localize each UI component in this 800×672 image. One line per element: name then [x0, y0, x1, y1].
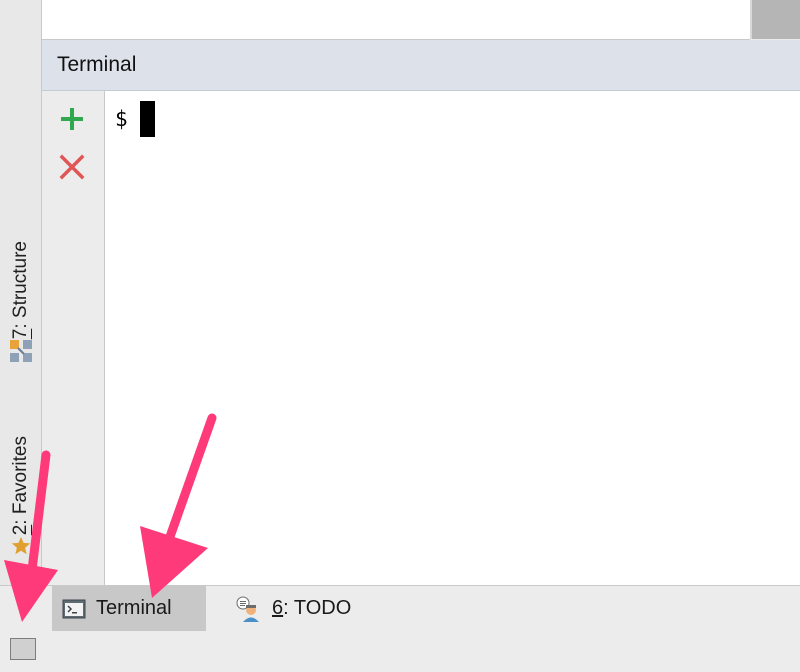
- tab-favorites[interactable]: 2: Favorites: [0, 402, 41, 562]
- todo-icon: [234, 596, 262, 622]
- tab-todo-label: 6: TODO: [272, 597, 352, 619]
- tab-structure[interactable]: 7: Structure: [0, 208, 41, 368]
- close-session-button[interactable]: [57, 154, 87, 184]
- tool-windows-toggle-button[interactable]: [10, 638, 36, 660]
- terminal-console[interactable]: $: [105, 91, 800, 585]
- status-bar: [0, 631, 800, 672]
- tab-todo[interactable]: 6: TODO: [224, 586, 374, 631]
- text-cursor: [139, 101, 155, 137]
- structure-icon: [9, 339, 33, 368]
- prompt-line: $: [115, 101, 155, 137]
- tab-favorites-label: 2: Favorites: [9, 435, 31, 535]
- tab-terminal-label: Terminal: [96, 597, 172, 619]
- tab-structure-label: 7: Structure: [9, 240, 31, 339]
- star-icon: [10, 535, 32, 562]
- terminal-icon: [62, 599, 86, 619]
- new-session-button[interactable]: [57, 106, 87, 136]
- tab-terminal[interactable]: Terminal: [52, 586, 206, 631]
- shell-prompt: $: [115, 107, 128, 131]
- terminal-toolbar: [42, 91, 105, 585]
- plus-icon: [59, 106, 85, 137]
- terminal-window-title: Terminal: [57, 53, 137, 76]
- terminal-window-header: Terminal: [42, 40, 800, 91]
- left-tool-strip: 7: Structure 2: Favorites: [0, 0, 42, 585]
- close-icon: [59, 154, 85, 185]
- editor-area[interactable]: [42, 0, 750, 40]
- bottom-tool-bar: Terminal 6: TODO: [0, 585, 800, 632]
- scrollbar-thumb[interactable]: [752, 0, 800, 39]
